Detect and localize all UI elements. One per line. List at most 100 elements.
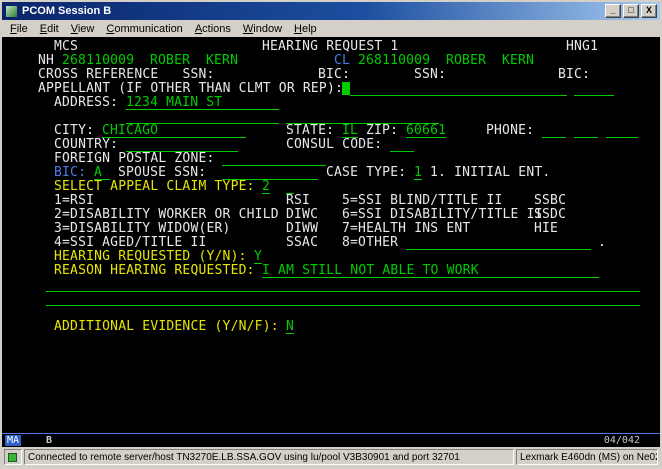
spouse-ssn-label: SPOUSE SSN: <box>118 166 206 179</box>
menu-file[interactable]: File <box>4 22 34 36</box>
case-type-description: 1. INITIAL ENT. <box>430 166 550 179</box>
terminal-row: SELECT APPEAL CLAIM TYPE: 2 <box>2 180 660 194</box>
appeal-claim-type-field-2[interactable] <box>286 180 294 194</box>
appellant-field[interactable] <box>350 82 567 96</box>
foreign-postal-zone-field[interactable] <box>222 152 326 166</box>
reason-line2-field[interactable] <box>46 278 640 292</box>
terminal-screen[interactable]: MCS HEARING REQUEST 1 HNG1 NH 268110009 ROBER… <box>2 37 660 433</box>
printer-status-text: Lexmark E460dn (MS) on Ne02: <box>516 449 658 465</box>
xref-bic2-label: BIC: <box>558 68 590 81</box>
screen-title: HEARING REQUEST 1 <box>262 40 398 53</box>
zip-field[interactable]: 60661 <box>406 124 446 138</box>
address-label: ADDRESS: <box>54 96 118 109</box>
xref-ssn2-label: SSN: <box>414 68 446 81</box>
menu-actions[interactable]: Actions <box>189 22 237 36</box>
claim-type-option-1: 1=RSI <box>54 194 94 207</box>
menu-edit[interactable]: Edit <box>34 22 65 36</box>
app-icon <box>5 5 18 18</box>
address-line3-field[interactable] <box>286 110 439 124</box>
country-field[interactable] <box>126 138 238 152</box>
state-field[interactable]: IL <box>342 124 358 138</box>
connection-icon-panel <box>4 449 22 465</box>
minimize-button[interactable]: _ <box>605 4 621 18</box>
terminal-row: CITY:CHICAGO STATE:ILZIP:60661PHONE: <box>2 124 660 138</box>
menu-bar: File Edit View Communication Actions Win… <box>2 20 660 37</box>
claim-type-code-1: RSI <box>286 194 310 207</box>
pcom-window: PCOM Session B _ □ X File Edit View Comm… <box>0 0 662 469</box>
consul-code-label: CONSUL CODE: <box>286 138 382 151</box>
cl-ssn-value: 268110009 <box>358 54 430 67</box>
terminal-row: FOREIGN POSTAL ZONE: <box>2 152 660 166</box>
terminal-row <box>2 292 660 306</box>
system-available-indicator: MA <box>5 435 21 446</box>
cl-label: CL <box>334 54 350 67</box>
bic-field[interactable]: A <box>94 166 110 180</box>
phone-line-field[interactable] <box>606 124 638 138</box>
nh-last-name: KERN <box>206 54 238 67</box>
connection-status-text: Connected to remote server/host TN3270E.… <box>24 449 514 465</box>
spouse-ssn-field[interactable] <box>222 166 318 180</box>
appellant-suffix-field[interactable] <box>574 82 614 96</box>
terminal-row <box>2 278 660 292</box>
claim-type-code-7: HIE <box>534 222 558 235</box>
terminal-row <box>2 110 660 124</box>
city-field[interactable]: CHICAGO <box>102 124 246 138</box>
terminal-row: CROSS REFERENCE SSN: BIC: SSN: BIC: <box>2 68 660 82</box>
hearing-requested-field[interactable]: Y <box>254 250 262 264</box>
window-title: PCOM Session B <box>22 5 605 17</box>
close-button[interactable]: X <box>641 4 657 18</box>
terminal-row: HEARING REQUESTED (Y/N): Y <box>2 250 660 264</box>
terminal-row: BIC: A SPOUSE SSN: CASE TYPE: 1 1. INITIAL … <box>2 166 660 180</box>
connection-status-icon <box>8 453 17 462</box>
address-line1-field[interactable]: 1234 MAIN ST <box>126 96 279 110</box>
city-label: CITY: <box>54 124 94 137</box>
cross-reference-ssn-label: CROSS REFERENCE SSN: <box>38 68 215 81</box>
claim-type-option-2: 2=DISABILITY WORKER OR CHILD <box>54 208 279 221</box>
nh-label: NH <box>38 54 54 67</box>
xref-bic-label: BIC: <box>318 68 350 81</box>
screen-code-label: HNG1 <box>566 40 598 53</box>
zip-label: ZIP: <box>366 124 398 137</box>
reason-hearing-requested-label: REASON HEARING REQUESTED: <box>54 264 255 277</box>
reason-line1-field[interactable]: I AM STILL NOT ABLE TO WORK <box>262 264 599 278</box>
menu-window[interactable]: Window <box>237 22 288 36</box>
terminal-row: 4=SSI AGED/TITLE IISSAC8=OTHER . <box>2 236 660 250</box>
claim-type-option-7: 7=HEALTH INS ENT <box>342 222 470 235</box>
appellant-label: APPELLANT (IF OTHER THAN CLMT OR REP): <box>38 82 343 95</box>
claim-type-code-5: SSBC <box>534 194 566 207</box>
menu-view[interactable]: View <box>65 22 101 36</box>
phone-label: PHONE: <box>486 124 534 137</box>
phone-prefix-field[interactable] <box>574 124 598 138</box>
cursor-position-indicator: 04/042 <box>604 435 640 446</box>
maximize-button[interactable]: □ <box>623 4 639 18</box>
hearing-requested-label: HEARING REQUESTED (Y/N): <box>54 250 247 263</box>
text-cursor[interactable] <box>342 82 350 95</box>
claim-type-code-3: DIWW <box>286 222 318 235</box>
address-line2-field[interactable] <box>126 110 279 124</box>
claim-type-code-6: SSDC <box>534 208 566 221</box>
status-bar: Connected to remote server/host TN3270E.… <box>2 447 660 468</box>
case-type-label: CASE TYPE: <box>326 166 406 179</box>
reason-line3-field[interactable] <box>46 292 640 306</box>
menu-help[interactable]: Help <box>288 22 323 36</box>
other-claim-type-field[interactable] <box>406 236 591 250</box>
select-appeal-claim-type-label: SELECT APPEAL CLAIM TYPE: <box>54 180 255 193</box>
window-controls: _ □ X <box>605 4 657 18</box>
country-label: COUNTRY: <box>54 138 118 151</box>
consul-code-field[interactable] <box>390 138 414 152</box>
additional-evidence-field[interactable]: N <box>286 320 294 334</box>
bic-label: BIC: <box>54 166 86 179</box>
phone-area-field[interactable] <box>542 124 566 138</box>
nh-ssn-value: 268110009 <box>62 54 134 67</box>
terminal-row: MCS HEARING REQUEST 1 HNG1 <box>2 40 660 54</box>
appeal-claim-type-field[interactable]: 2 <box>262 180 270 194</box>
foreign-postal-zone-label: FOREIGN POSTAL ZONE: <box>54 152 215 165</box>
menu-communication[interactable]: Communication <box>100 22 188 36</box>
claim-type-option-8: 8=OTHER <box>342 236 398 249</box>
screen-id-label: MCS <box>54 40 78 53</box>
case-type-field[interactable]: 1 <box>414 166 422 180</box>
claim-type-option-3: 3=DISABILITY WIDOW(ER) <box>54 222 231 235</box>
claim-type-option-4: 4=SSI AGED/TITLE II <box>54 236 207 249</box>
cl-first-name: ROBER <box>446 54 486 67</box>
terminal-row: ADDITIONAL EVIDENCE (Y/N/F):N <box>2 320 660 334</box>
